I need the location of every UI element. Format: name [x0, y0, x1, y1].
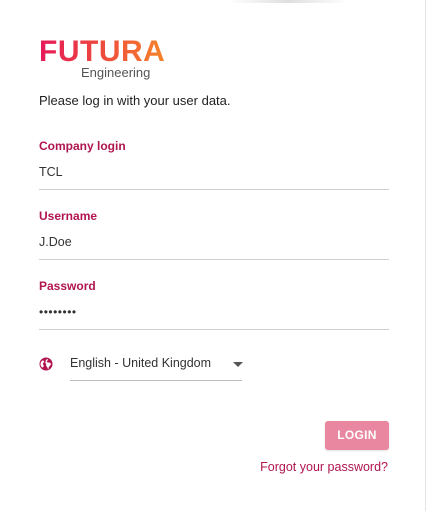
company-login-input[interactable]: TCL	[39, 164, 389, 180]
username-label: Username	[39, 209, 98, 223]
globe-icon	[39, 357, 53, 371]
logo-sub-text: Engineering	[81, 65, 151, 80]
language-selector[interactable]: English - United Kingdom	[39, 355, 249, 381]
company-login-underline	[39, 189, 389, 190]
forgot-password-link[interactable]: Forgot your password?	[260, 460, 388, 474]
futura-logo: FUTURA Engineering	[39, 37, 179, 83]
username-underline	[39, 259, 389, 260]
top-edge-shadow	[228, 0, 348, 3]
password-underline	[39, 329, 389, 330]
password-input[interactable]: ••••••••	[39, 304, 389, 320]
password-label: Password	[39, 279, 96, 293]
username-input[interactable]: J.Doe	[39, 234, 389, 250]
language-selected-value: English - United Kingdom	[70, 356, 212, 370]
intro-text: Please log in with your user data.	[39, 93, 231, 108]
logo-brand-text: FUTURA	[39, 35, 166, 68]
password-field[interactable]: Password ••••••••	[39, 278, 389, 330]
language-dropdown[interactable]: English - United Kingdom	[70, 355, 243, 381]
company-login-label: Company login	[39, 139, 126, 153]
company-login-field[interactable]: Company login TCL	[39, 138, 389, 190]
login-button[interactable]: LOGIN	[325, 421, 389, 450]
chevron-down-icon	[233, 362, 243, 367]
login-panel: FUTURA Engineering Please log in with yo…	[0, 0, 426, 511]
username-field[interactable]: Username J.Doe	[39, 208, 389, 260]
